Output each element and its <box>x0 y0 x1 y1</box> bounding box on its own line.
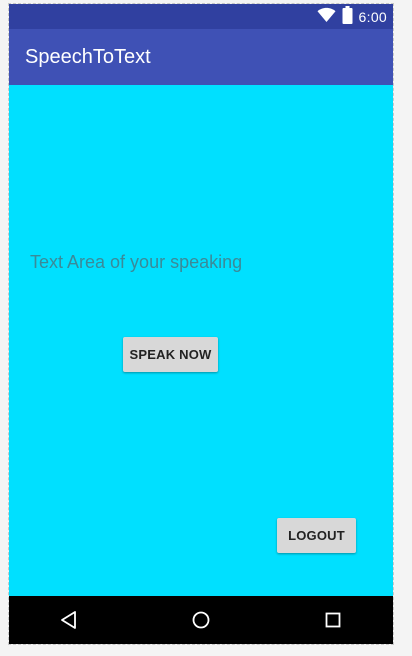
logout-button[interactable]: LOGOUT <box>277 518 356 553</box>
home-icon[interactable] <box>189 608 213 632</box>
navigation-bar <box>9 596 393 644</box>
wifi-icon <box>317 7 336 28</box>
device-screen: 6:00 SpeechToText Text Area of your spea… <box>9 4 393 644</box>
app-bar: SpeechToText <box>9 29 393 85</box>
main-content: Text Area of your speaking SPEAK NOW LOG… <box>9 85 393 596</box>
speak-now-button[interactable]: SPEAK NOW <box>123 337 218 372</box>
speech-text-area: Text Area of your speaking <box>30 252 243 272</box>
app-title: SpeechToText <box>25 46 151 68</box>
recents-icon[interactable] <box>321 608 345 632</box>
battery-icon <box>342 5 353 29</box>
status-icons: 6:00 <box>317 5 387 29</box>
status-bar: 6:00 <box>9 4 393 29</box>
back-icon[interactable] <box>57 608 81 632</box>
status-time: 6:00 <box>358 9 387 25</box>
